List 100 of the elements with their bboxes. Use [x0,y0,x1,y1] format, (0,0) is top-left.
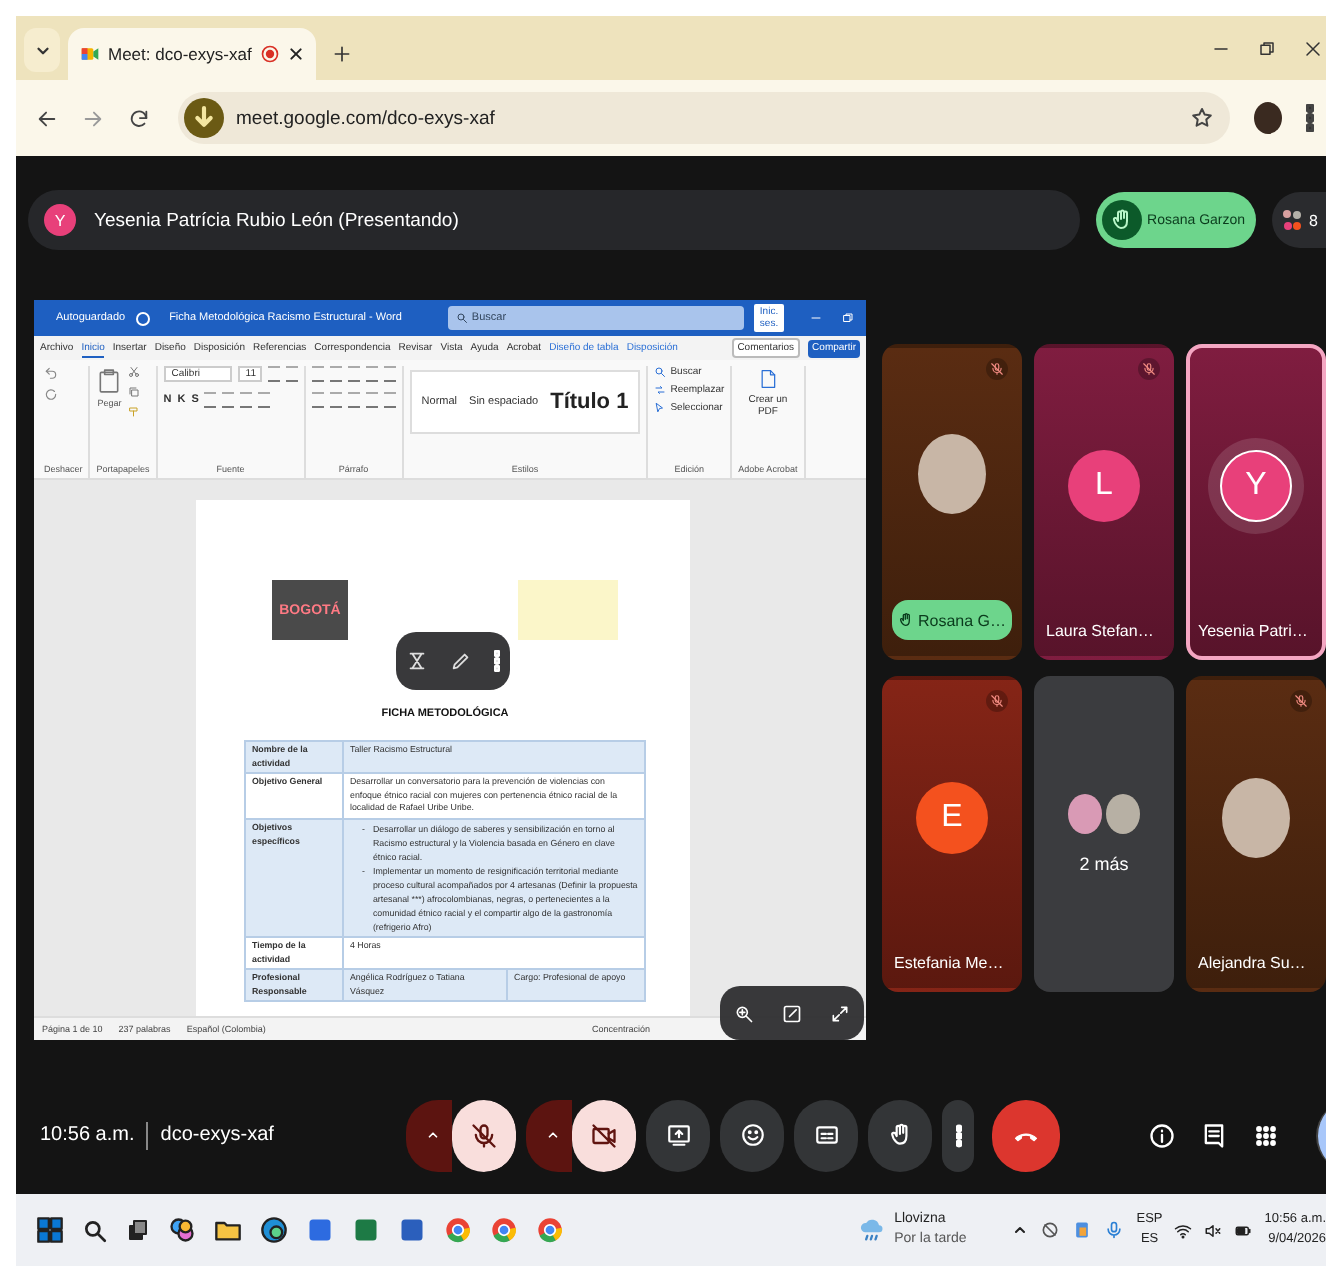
minimize-icon[interactable] [810,312,823,324]
more-options-button[interactable] [942,1099,974,1171]
camera-off-icon [590,1121,618,1149]
restore-icon[interactable] [842,312,855,324]
close-icon[interactable] [1304,39,1322,57]
speaker-muted-icon[interactable] [1204,1221,1223,1239]
chevron-up-icon[interactable] [1012,1222,1029,1238]
assistant-app-icon[interactable] [168,1216,196,1244]
presenter-avatar: Y [44,204,76,236]
back-icon[interactable] [36,107,58,129]
avatar-initial: L [1068,449,1140,521]
more-vertical-icon [955,1123,961,1147]
camera-button[interactable] [572,1099,636,1171]
spreadsheet-app-icon[interactable] [352,1216,380,1244]
address-bar[interactable]: meet.google.com/dco-exys-xaf [178,92,1230,144]
avatar-photo [1106,794,1140,834]
emoji-button[interactable] [720,1099,784,1171]
forward-icon[interactable] [82,107,104,129]
site-info-icon[interactable] [184,98,224,138]
task-view-icon[interactable] [126,1218,150,1242]
select-icon [654,402,667,414]
raised-hand-icon [1109,208,1134,232]
participant-tile[interactable]: L Laura Stefan… [1034,344,1174,660]
rain-cloud-icon [858,1216,887,1244]
start-icon[interactable] [36,1216,64,1244]
participant-tile[interactable]: Rosana G… [882,344,1022,660]
tab-title: Meet: dco-exys-xaf [108,44,252,64]
participant-name: Rosana G… [892,600,1012,640]
leave-call-button[interactable] [992,1099,1060,1171]
style-option[interactable]: Título 1 [550,390,629,414]
avatar-photo [1068,794,1102,834]
avatar-photo [918,434,986,514]
avatar-initial: E [916,781,988,853]
autosave-toggle[interactable] [135,311,150,325]
tray-app-icon[interactable] [1072,1220,1093,1240]
caret-up-icon [545,1128,559,1142]
more-vertical-icon[interactable] [1306,104,1314,132]
participant-tile[interactable]: E Estefania Me… [882,676,1022,992]
raised-hand-icon [887,1122,913,1148]
microphone-button[interactable] [452,1099,516,1171]
reload-icon[interactable] [128,107,150,129]
cut-icon[interactable] [128,366,141,378]
people-icon [1279,206,1304,234]
close-icon[interactable] [288,46,304,62]
logo-drawing [518,580,618,640]
participants-button[interactable]: 8 [1271,192,1326,248]
presenter-label: Yesenia Patrícia Rubio León (Presentando) [94,209,459,231]
search-icon [455,312,468,324]
participant-tile[interactable]: Alejandra Su… [1186,676,1326,992]
profile-avatar[interactable] [1254,102,1282,134]
open-window-icon[interactable] [782,1003,802,1023]
participant-name: Yesenia Patri… [1196,622,1310,644]
raise-hand-button[interactable] [868,1099,932,1171]
participant-tile[interactable]: 2 más [1034,676,1174,992]
copy-icon[interactable] [128,386,141,398]
more-vertical-icon[interactable] [493,650,500,672]
chat-icon[interactable] [1200,1121,1228,1149]
bookmark-star-icon[interactable] [1190,106,1214,130]
hide-screen-icon[interactable] [406,650,429,672]
participant-name: Alejandra Su… [1196,954,1308,976]
participant-name: Laura Stefan… [1044,622,1156,644]
undo-icon[interactable] [44,366,58,380]
browser-icon[interactable] [444,1216,472,1244]
microphone-icon[interactable] [1104,1220,1125,1240]
browser-tab[interactable]: Meet: dco-exys-xaf [68,28,316,80]
recording-dot-icon [260,44,280,64]
present-icon [665,1122,691,1148]
apps-grid-icon[interactable] [1252,1121,1280,1149]
tray-app-icon[interactable] [1040,1220,1061,1240]
mic-off-icon [470,1121,498,1149]
caret-up-icon [425,1128,439,1142]
paste-icon[interactable] [96,366,123,396]
avatar-initial: Y [1220,449,1292,521]
new-tab-icon[interactable] [332,44,352,64]
replace-icon [654,384,667,396]
present-button[interactable] [646,1099,710,1171]
meeting-time: 10:56 a.m. [40,1124,135,1146]
wifi-icon[interactable] [1174,1221,1193,1239]
redo-icon[interactable] [44,388,58,402]
battery-icon[interactable] [1234,1221,1253,1239]
participant-name: Estefania Me… [892,954,1006,976]
browser-icon[interactable] [536,1216,564,1244]
pdf-document-icon[interactable] [757,366,778,392]
info-icon[interactable] [1148,1121,1176,1149]
captions-button[interactable] [794,1099,858,1171]
search-icon[interactable] [82,1217,108,1243]
browser-icon[interactable] [490,1216,518,1244]
participant-tile[interactable]: Y Yesenia Patri… [1186,344,1326,660]
globe-browser-icon[interactable] [260,1216,288,1244]
smiley-icon [739,1122,765,1148]
pen-icon[interactable] [449,650,472,672]
video-app-icon [80,44,100,64]
restore-icon[interactable] [1258,39,1276,57]
zoom-in-icon[interactable] [734,1003,754,1023]
expand-icon[interactable] [830,1003,850,1023]
captions-icon [813,1122,839,1148]
document-app-icon[interactable] [398,1216,426,1244]
more-participants-label: 2 más [1079,854,1129,874]
folder-icon[interactable] [214,1216,242,1244]
store-app-icon[interactable] [306,1216,334,1244]
